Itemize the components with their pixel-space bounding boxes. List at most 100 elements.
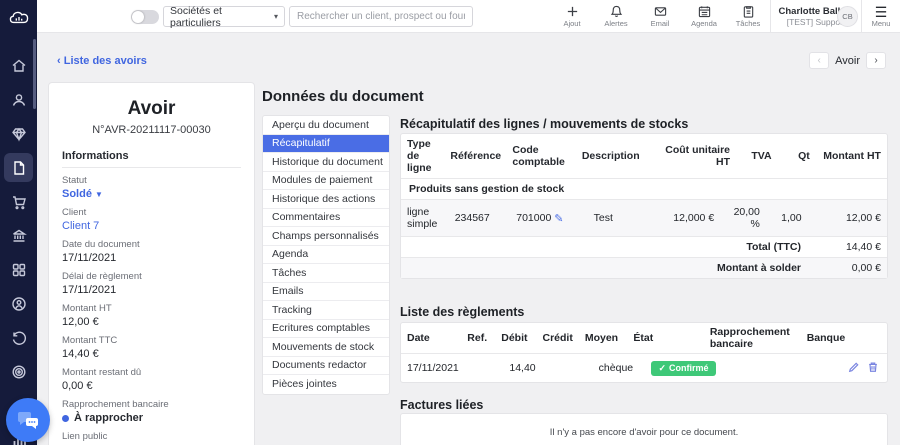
field-date-document: Date du document 17/11/2021 bbox=[62, 239, 241, 264]
sidebar-item-history[interactable] bbox=[4, 323, 33, 352]
status-dot-icon bbox=[62, 414, 69, 422]
field-label: Client bbox=[62, 207, 87, 218]
field-rapprochement: Rapprochement bancaire À rapprocher bbox=[62, 399, 241, 424]
search-input[interactable] bbox=[289, 6, 473, 27]
alerts-button[interactable]: Alertes bbox=[594, 0, 638, 33]
nav-item-commentaires[interactable]: Commentaires bbox=[263, 209, 389, 227]
document-icon bbox=[13, 160, 24, 175]
calendar-icon bbox=[698, 6, 710, 18]
sidebar-scrollbar[interactable] bbox=[33, 39, 36, 109]
edit-code-icon[interactable]: ✎ bbox=[554, 212, 563, 225]
nav-item-mouvements[interactable]: Mouvements de stock bbox=[263, 338, 389, 357]
field-lien-public: Lien public https://link.staging.slsy.io… bbox=[62, 431, 241, 445]
code-value: 701000 bbox=[516, 212, 552, 224]
sidebar-item-deals[interactable] bbox=[4, 119, 33, 148]
apps-grid-icon bbox=[12, 263, 25, 276]
pager-prev-button[interactable]: ‹ bbox=[809, 52, 830, 69]
main-menu-button[interactable]: ☰ Menu bbox=[862, 0, 900, 33]
header-toggle[interactable] bbox=[131, 10, 159, 24]
email-button[interactable]: Email bbox=[638, 0, 682, 33]
row-actions bbox=[848, 361, 887, 376]
col-date: Date bbox=[407, 332, 430, 344]
chevron-left-icon: ‹ bbox=[817, 55, 821, 66]
nav-item-champs-personnalises[interactable]: Champs personnalisés bbox=[263, 227, 389, 246]
nav-item-recapitulatif[interactable]: Récapitulatif bbox=[263, 134, 389, 153]
field-label: Montant restant dû bbox=[62, 367, 142, 378]
add-button[interactable]: Ajout bbox=[550, 0, 594, 33]
tasks-button[interactable]: Tâches bbox=[726, 0, 770, 33]
search-scope-dropdown[interactable]: Sociétés et particuliers ▾ bbox=[163, 5, 285, 29]
status-badge: ✓ Confirmé bbox=[651, 360, 716, 376]
sidebar-item-apps[interactable] bbox=[4, 255, 33, 284]
col-montant-ht: Montant HT bbox=[823, 150, 881, 162]
cell-etat: ✓ Confirmé bbox=[645, 358, 729, 379]
cell-rapprochement bbox=[729, 365, 836, 371]
cell-credit bbox=[548, 365, 593, 371]
sidebar-item-contacts[interactable] bbox=[4, 85, 33, 114]
cell-tva: 20,00 % bbox=[733, 206, 760, 230]
nav-item-apercu[interactable]: Aperçu du document bbox=[263, 116, 389, 135]
chevron-down-icon: ▾ bbox=[273, 12, 278, 21]
reglements-header-row: Date Ref. Débit Crédit Moyen État Rappro… bbox=[401, 323, 887, 354]
cell-code: 701000 ✎ bbox=[510, 208, 587, 229]
col-description: Description bbox=[581, 150, 640, 162]
sidebar-item-documents[interactable] bbox=[4, 153, 33, 182]
rapprochement-status: À rapprocher bbox=[74, 412, 144, 424]
nav-item-pieces-jointes[interactable]: Pièces jointes bbox=[263, 375, 389, 394]
nav-item-agenda[interactable]: Agenda bbox=[263, 246, 389, 264]
chat-widget-button[interactable] bbox=[6, 398, 50, 442]
delete-reglement-icon[interactable] bbox=[867, 361, 879, 376]
avatar[interactable]: CB bbox=[837, 6, 858, 27]
avatar-initials: CB bbox=[842, 12, 853, 21]
col-credit: Crédit bbox=[542, 332, 573, 344]
cell-ref bbox=[467, 365, 503, 371]
status-value: Soldé bbox=[62, 188, 92, 200]
pager-label: Avoir bbox=[835, 54, 860, 67]
col-code-comptable: Code comptable bbox=[512, 144, 565, 168]
chevron-down-icon: ▼ bbox=[95, 190, 103, 199]
nav-item-emails[interactable]: Emails bbox=[263, 283, 389, 301]
cell-type: ligne simple bbox=[407, 206, 438, 230]
col-cout-unitaire: Coût unitaire HT bbox=[665, 144, 730, 168]
chevron-left-icon: ‹ bbox=[57, 55, 61, 67]
status-dropdown[interactable]: Soldé ▼ bbox=[62, 188, 241, 200]
nav-item-historique-actions[interactable]: Historique des actions bbox=[263, 190, 389, 209]
sidebar-item-support[interactable] bbox=[4, 289, 33, 318]
field-value: 0,00 € bbox=[62, 380, 93, 392]
bell-icon bbox=[610, 5, 622, 18]
col-debit: Débit bbox=[501, 332, 528, 344]
app-logo[interactable] bbox=[0, 0, 37, 33]
nav-item-modules-paiement[interactable]: Modules de paiement bbox=[263, 172, 389, 190]
sidebar-item-purchases[interactable] bbox=[4, 187, 33, 216]
edit-reglement-icon[interactable] bbox=[848, 361, 860, 376]
total-label: Total (TTC) bbox=[746, 241, 801, 253]
pager-next-button[interactable]: › bbox=[866, 52, 886, 69]
sidebar-item-bank[interactable] bbox=[4, 221, 33, 250]
agenda-button[interactable]: Agenda bbox=[682, 0, 726, 33]
nav-item-taches[interactable]: Tâches bbox=[263, 264, 389, 283]
app-window: Sociétés et particuliers ▾ Ajout Alertes… bbox=[0, 0, 900, 445]
total-value: 14,40 € bbox=[845, 241, 881, 253]
client-link[interactable]: Client 7 bbox=[62, 220, 241, 232]
field-value: 14,40 € bbox=[62, 348, 99, 360]
document-title: Avoir bbox=[127, 98, 176, 119]
breadcrumb-back-link[interactable]: ‹ Liste des avoirs bbox=[57, 55, 147, 67]
field-label: Montant HT bbox=[62, 303, 112, 314]
nav-item-tracking[interactable]: Tracking bbox=[263, 301, 389, 320]
document-info-card: Avoir N°AVR-20211117-00030 Informations … bbox=[48, 82, 255, 445]
solde-value: 0,00 € bbox=[851, 262, 881, 274]
nav-item-historique-document[interactable]: Historique du document bbox=[263, 153, 389, 172]
col-etat: État bbox=[633, 332, 654, 344]
sidebar-item-home[interactable] bbox=[4, 51, 33, 80]
home-icon bbox=[12, 59, 25, 72]
field-value: 12,00 € bbox=[62, 316, 99, 328]
nav-item-redactor[interactable]: Documents redactor bbox=[263, 357, 389, 375]
menu-label: Menu bbox=[871, 18, 891, 28]
diamond-icon bbox=[11, 127, 26, 142]
envelope-icon bbox=[654, 7, 666, 16]
topbar: Sociétés et particuliers ▾ Ajout Alertes… bbox=[0, 0, 900, 33]
nav-item-ecritures[interactable]: Ecritures comptables bbox=[263, 320, 389, 338]
sidebar-item-target[interactable] bbox=[4, 357, 33, 386]
action-label: Email bbox=[650, 19, 670, 28]
recap-section-title: Récapitulatif des lignes / mouvements de… bbox=[400, 117, 689, 131]
